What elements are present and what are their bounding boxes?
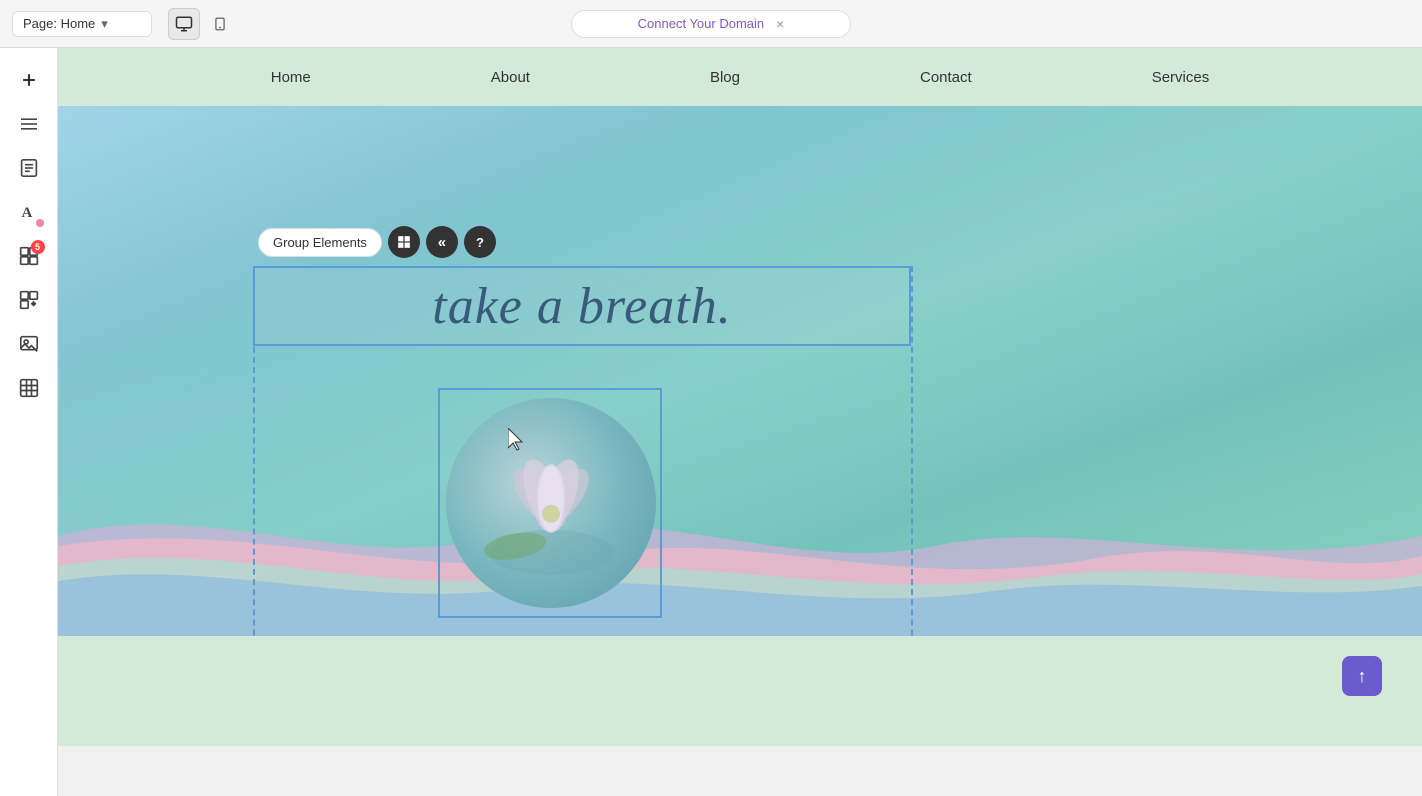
sidebar-apps-btn[interactable]: 5	[9, 236, 49, 276]
main-layout: A 5	[0, 48, 1422, 796]
address-text: Connect Your Domain	[638, 16, 764, 31]
scroll-up-icon: ↑	[1358, 666, 1367, 687]
move-to-layers-btn[interactable]	[388, 226, 420, 258]
canvas-area: Home About Blog Contact Services	[58, 48, 1422, 796]
image-element-box[interactable]	[438, 388, 662, 618]
nav-item-about[interactable]: About	[401, 48, 620, 106]
browser-bar: Page: Home ▾ Connect Your Domain ×	[0, 0, 1422, 48]
help-icon-btn[interactable]: ?	[464, 226, 496, 258]
sidebar-pages-btn[interactable]	[9, 148, 49, 188]
nav-item-home[interactable]: Home	[181, 48, 401, 106]
sidebar-layers-btn[interactable]	[9, 104, 49, 144]
page-selector[interactable]: Page: Home ▾	[12, 11, 152, 37]
desktop-device-btn[interactable]	[168, 8, 200, 40]
sidebar-table-btn[interactable]	[9, 368, 49, 408]
nav-item-contact[interactable]: Contact	[830, 48, 1062, 106]
hero-section: Group Elements « ? take a breath.	[58, 106, 1422, 636]
lotus-image	[446, 398, 656, 608]
tab-close-icon[interactable]: ×	[776, 16, 784, 32]
sidebar: A 5	[0, 48, 58, 796]
bottom-section	[58, 636, 1422, 746]
page-selector-label: Page: Home	[23, 16, 95, 31]
text-element-box[interactable]: take a breath.	[253, 266, 911, 346]
apps-badge: 5	[31, 240, 45, 254]
website-preview: Home About Blog Contact Services	[58, 48, 1422, 796]
sidebar-text-styles-btn[interactable]: A	[9, 192, 49, 232]
address-bar[interactable]: Connect Your Domain ×	[571, 10, 851, 38]
group-toolbar: Group Elements « ?	[258, 226, 496, 258]
svg-text:A: A	[21, 205, 32, 221]
sidebar-widgets-btn[interactable]	[9, 280, 49, 320]
nav-item-blog[interactable]: Blog	[620, 48, 830, 106]
site-nav: Home About Blog Contact Services	[58, 48, 1422, 106]
device-icons	[168, 8, 236, 40]
nav-item-services[interactable]: Services	[1062, 48, 1300, 106]
hero-headline: take a breath.	[432, 277, 731, 336]
sidebar-add-btn[interactable]	[9, 60, 49, 100]
mobile-device-btn[interactable]	[204, 8, 236, 40]
back-icon-btn[interactable]: «	[426, 226, 458, 258]
sidebar-media-btn[interactable]	[9, 324, 49, 364]
scroll-to-top-btn[interactable]: ↑	[1342, 656, 1382, 696]
group-elements-btn[interactable]: Group Elements	[258, 228, 382, 257]
waves	[58, 416, 1422, 636]
chevron-down-icon: ▾	[101, 16, 108, 32]
